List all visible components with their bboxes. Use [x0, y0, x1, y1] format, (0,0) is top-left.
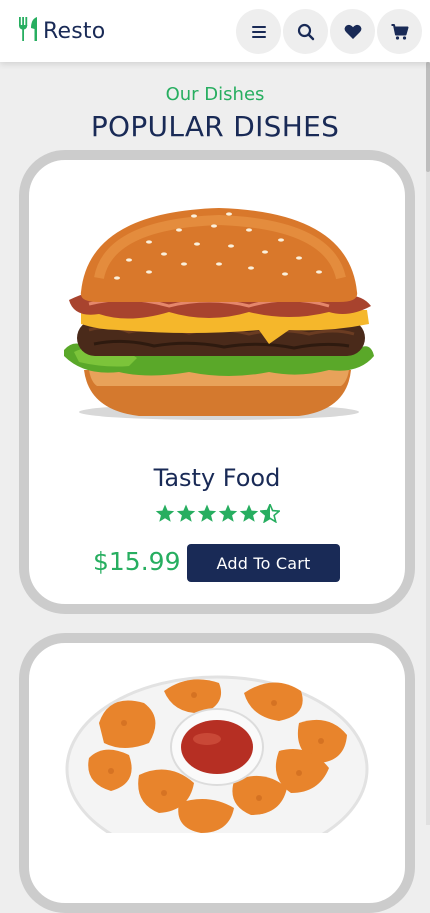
- rating-stars: [29, 504, 405, 523]
- add-to-cart-button[interactable]: Add To Cart: [187, 544, 340, 582]
- utensils-icon: [18, 16, 42, 46]
- site-header: Resto: [0, 0, 430, 62]
- header-actions: [236, 9, 422, 54]
- star-icon: [176, 504, 195, 522]
- scrollbar-thumb[interactable]: [426, 62, 430, 172]
- cart-button[interactable]: [377, 9, 422, 54]
- section-subtitle: Our Dishes: [165, 84, 265, 105]
- scrollbar-track[interactable]: [426, 62, 430, 825]
- cart-icon: [391, 23, 408, 40]
- logo[interactable]: Resto: [18, 17, 105, 45]
- burger-image: [64, 208, 374, 420]
- heart-icon: [344, 24, 361, 39]
- dish-name: Tasty Food: [153, 464, 281, 492]
- star-icon: [155, 504, 174, 522]
- dish-price: $15.99: [93, 547, 181, 576]
- star-icon: [218, 504, 237, 522]
- search-icon: [297, 23, 314, 40]
- dish-card: Tasty Food $15.99 Add To Cart: [19, 150, 415, 614]
- half-star-icon: [259, 504, 280, 523]
- favorites-button[interactable]: [330, 9, 375, 54]
- star-icon: [197, 504, 216, 522]
- search-button[interactable]: [283, 9, 328, 54]
- star-icon: [239, 504, 258, 522]
- logo-text: Resto: [43, 18, 106, 44]
- section-title: POPULAR DISHES: [90, 110, 340, 143]
- menu-icon: [251, 25, 266, 38]
- dish-card: [19, 633, 415, 913]
- nuggets-image: [65, 675, 369, 833]
- menu-button[interactable]: [236, 9, 281, 54]
